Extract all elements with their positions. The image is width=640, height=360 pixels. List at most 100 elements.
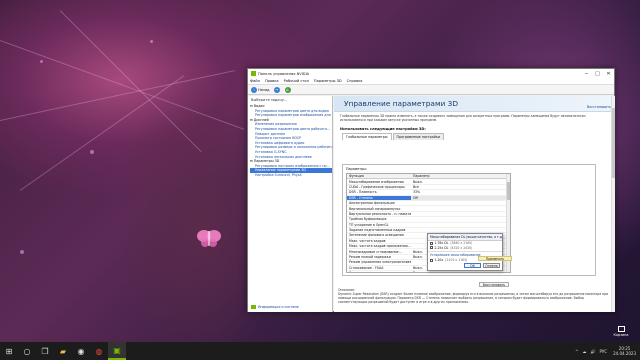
setting-feature: Масштабирование изображения	[349, 179, 404, 184]
tree-item-surround-physx[interactable]: Настройка Surround, PhysX	[250, 173, 332, 178]
system-info-label: Информация о системе	[258, 305, 299, 309]
setting-feature: CUDA - Графические процессоры	[349, 184, 405, 189]
wallpaper-spot	[150, 40, 153, 43]
recycle-bin-icon	[617, 326, 625, 332]
task-sidebar: Выберите задачу... ⊟ Видео Регулировка п…	[248, 96, 333, 312]
setting-feature: DSR - Плавность	[349, 190, 377, 195]
ok-button[interactable]: ОК	[464, 263, 481, 268]
settings-row[interactable]: Сглаживание - прозрачностьВыкл.	[347, 271, 510, 272]
grid-scroll-thumb[interactable]	[507, 182, 510, 200]
option-label: 1.78x DL	[434, 241, 449, 246]
recycle-bin-label: Корзина	[613, 333, 629, 337]
tree-item-desktop-color[interactable]: Регулировка параметров цвета рабочего...	[250, 127, 332, 132]
setting-feature: Виртуальная реальность - п. нажатие...	[349, 211, 411, 216]
page-banner: Управление параметрами 3D Восстановить	[334, 96, 615, 112]
start-icon[interactable]: ⊞	[0, 342, 18, 360]
menu-bar: Файл Правка Рабочий стол Параметры 3D Сп…	[248, 78, 614, 85]
minimize-button[interactable]: ─	[581, 69, 592, 78]
option-checkbox[interactable]	[430, 246, 433, 250]
content-scroll-thumb[interactable]	[612, 108, 615, 178]
dropdown-buttons: ОК Отмена	[462, 263, 500, 268]
content-pane: Управление параметрами 3D Восстановить Г…	[334, 96, 615, 312]
recycle-bin[interactable]: Корзина	[607, 326, 635, 338]
menu-3d-settings[interactable]: Параметры 3D	[314, 79, 342, 83]
page-description: Глобальные параметры 3D можно изменять, …	[340, 114, 586, 122]
clock[interactable]: 20:25 24.04.2023	[613, 346, 636, 356]
setting-feature: Макс. частота кадров	[349, 238, 386, 243]
chrome-icon[interactable]: ◍	[90, 342, 108, 360]
option-label: 1.20x	[434, 258, 444, 263]
wallpaper-spot	[90, 150, 94, 154]
settings-tabs: Глобальные параметры Программные настрой…	[342, 133, 615, 140]
tab-global-settings[interactable]: Глобальные параметры	[342, 133, 392, 140]
setting-feature: Режим управления электропитанием	[349, 260, 411, 265]
menu-file[interactable]: Файл	[250, 79, 260, 83]
system-info-link[interactable]: Информация о системе	[251, 305, 299, 309]
content-scrollbar[interactable]	[611, 96, 615, 312]
settings-label: Параметры:	[346, 167, 367, 171]
maximize-button[interactable]: □	[592, 69, 603, 78]
option-resolution: (2103 x 1183)	[445, 258, 468, 263]
language-indicator[interactable]: РУС	[599, 349, 607, 354]
title-bar[interactable]: Панель управления NVIDIA ─ □ ✕	[248, 69, 614, 78]
home-button[interactable]: ⌂	[284, 86, 292, 93]
menu-edit[interactable]: Правка	[265, 79, 279, 83]
setting-feature: Вертикальный синхроимпульс	[349, 206, 401, 211]
nvidia-control-panel-window: Панель управления NVIDIA ─ □ ✕ Файл Прав…	[247, 68, 615, 312]
window-title: Панель управления NVIDIA	[258, 71, 310, 76]
tray-overflow-icon[interactable]: ^	[575, 349, 578, 354]
page-title: Управление параметрами 3D	[344, 99, 459, 108]
setting-value: Все	[413, 184, 419, 189]
setting-feature: Затенение фонового освещения	[349, 233, 404, 238]
system-tray: ^ ☁ 🔊 РУС 20:25 24.04.2023	[571, 342, 636, 360]
setting-feature: Макс. частота кадров приложения...	[349, 244, 411, 249]
settings-section-title: Использовать следующие настройки 3D:	[340, 127, 426, 131]
back-button[interactable]: ‹ Назад	[251, 86, 270, 93]
setting-feature: Тройная буферизация	[349, 217, 387, 222]
column-header-feature: Функция	[349, 174, 364, 179]
back-arrow-icon: ‹	[251, 86, 257, 93]
toolbar: ‹ Назад → ⌂	[248, 85, 614, 95]
setting-value: Выкл.	[413, 179, 423, 184]
home-icon: ⌂	[284, 86, 291, 93]
restore-defaults-link[interactable]: Восстановить	[587, 105, 611, 109]
dropdown-header: Масштабирование DL (выше качество, а т.д…	[428, 234, 502, 241]
apply-button[interactable]: Применить	[478, 256, 512, 261]
back-label: Назад	[258, 87, 270, 92]
option-resolution: (4320 x 2430)	[450, 245, 473, 250]
dsr-factors-dropdown: Масштабирование DL (выше качество, а т.д…	[427, 233, 503, 271]
butterfly-icon	[197, 230, 221, 247]
volume-icon[interactable]: 🔊	[590, 349, 595, 354]
setting-feature: Многокадровое сглаживание...	[349, 249, 402, 254]
explorer-icon[interactable]: ▰	[54, 342, 72, 360]
nvidia-icon[interactable]: ▣	[108, 342, 126, 360]
wallpaper-spot	[20, 250, 24, 254]
close-button[interactable]: ✕	[603, 69, 614, 78]
description-box: Описание: Dynamic Super Resolution (DSR)…	[338, 288, 611, 305]
forward-button[interactable]: →	[273, 86, 281, 93]
cancel-button[interactable]: Отмена	[483, 263, 500, 268]
tab-program-settings[interactable]: Программные настройки	[392, 133, 445, 140]
forward-arrow-icon: →	[273, 86, 280, 93]
option-checkbox[interactable]	[430, 258, 433, 262]
steam-icon[interactable]: ◉	[72, 342, 90, 360]
clock-date: 24.04.2023	[613, 351, 636, 356]
option-checkbox[interactable]	[430, 241, 433, 245]
setting-feature: Анизотропная фильтрация	[349, 201, 395, 206]
cloud-icon[interactable]: ☁	[582, 349, 586, 354]
search-icon[interactable]: ○	[18, 342, 36, 360]
setting-feature: Сглаживание - FXAA	[349, 265, 384, 270]
dropdown-option[interactable]: 2.25x DL (4320 x 2430)	[428, 246, 502, 251]
menu-help[interactable]: Справка	[347, 79, 363, 83]
wallpaper-spot	[40, 60, 43, 63]
setting-value: Выкл.	[411, 271, 510, 272]
restore-button[interactable]: Восстановить	[479, 282, 509, 287]
wallpaper-line	[19, 75, 185, 191]
system-info-icon	[251, 305, 256, 309]
description-text: Dynamic Super Resolution (DSR) создает б…	[338, 291, 609, 304]
setting-feature: ТП ускорение в OpenGL	[349, 222, 389, 227]
menu-desktop[interactable]: Рабочий стол	[284, 79, 309, 83]
taskview-icon[interactable]: ❐	[36, 342, 54, 360]
wallpaper-line	[0, 40, 245, 130]
sidebar-title: Выберите задачу...	[251, 98, 288, 102]
